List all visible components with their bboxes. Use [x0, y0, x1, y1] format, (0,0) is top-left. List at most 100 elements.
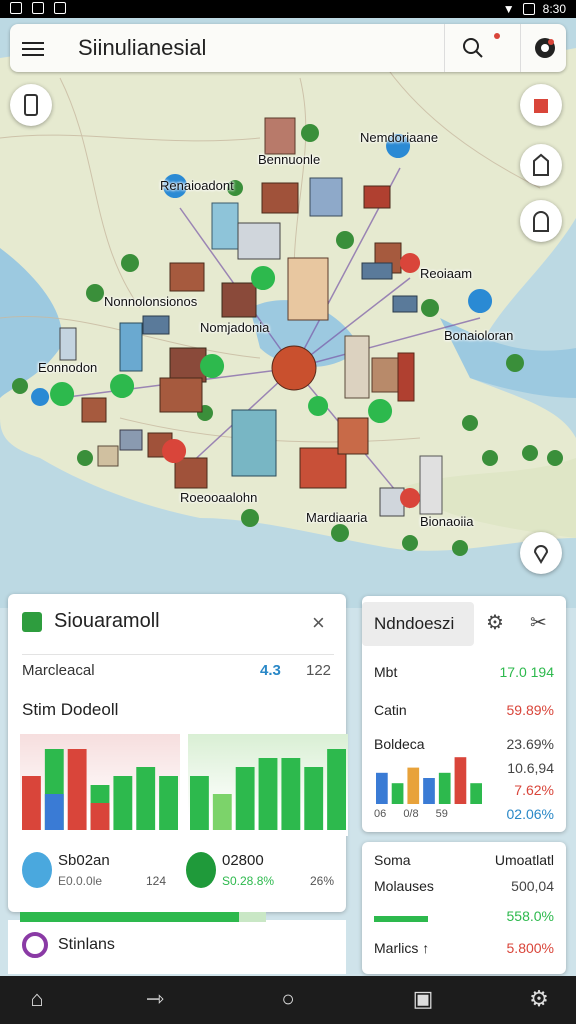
map-canvas [0, 18, 576, 608]
bar-chart-right [188, 734, 348, 836]
chart-bar [235, 767, 255, 830]
summary-bar [374, 916, 428, 922]
settings-icon[interactable]: ⚙ [524, 986, 554, 1014]
chart-bar [136, 767, 156, 830]
app-bar: Siinulianesial [10, 24, 566, 72]
footer-strip[interactable]: Stinlans [8, 920, 346, 974]
chart-bar [258, 758, 278, 830]
map-label: Bonaioloran [444, 328, 514, 343]
chart-bar [327, 749, 346, 830]
clock: 8:30 [542, 2, 566, 16]
metric-value: 4.3 [260, 662, 281, 679]
map-label: Mardiaaria [306, 510, 368, 525]
chart-bar [190, 776, 209, 830]
detail-value: 59.89% [506, 702, 554, 718]
battery-icon [522, 3, 535, 15]
summary-label: Soma [374, 852, 411, 868]
app-badge-icon [22, 612, 42, 632]
detail-row: Mbt 17.0 194 [374, 664, 554, 680]
stat-num: 26% [310, 874, 335, 888]
axis-tick: 06 [374, 808, 387, 820]
arrow-up-icon: ↑ [422, 940, 430, 956]
close-icon[interactable]: × [312, 610, 325, 636]
account-button[interactable] [520, 24, 567, 72]
chart-bar [454, 757, 467, 804]
phone-icon [24, 94, 38, 116]
layers-button[interactable] [10, 84, 52, 126]
mini-bar-chart [376, 757, 482, 804]
axis-tick: 0/8 [403, 808, 419, 820]
recents-icon[interactable]: ▣ [408, 986, 438, 1014]
tools-icon[interactable]: ✂ [530, 610, 547, 635]
trash-icon [534, 99, 548, 113]
detail-row: Catin 59.89% [374, 702, 554, 718]
stat-item: Sb02an E0.0.0le 124 [22, 850, 182, 890]
chart-bar [376, 772, 388, 804]
metric-row: Marcleacal 4.3 122 [22, 662, 334, 679]
panel-title: Siouaramoll [54, 610, 160, 632]
summary-label: Molauses [374, 878, 434, 894]
summary-row: Soma Umoatlatl [374, 852, 554, 868]
chart-bar [391, 783, 404, 804]
summary-value: 500,04 [511, 878, 554, 894]
map-label: Nemdoriaane [360, 130, 439, 145]
status-bar: ▼ 8:30 [0, 0, 576, 18]
menu-icon[interactable] [22, 38, 44, 58]
locate-button[interactable] [520, 532, 562, 574]
wifi-icon: ▼ [502, 2, 515, 16]
alert-button[interactable] [520, 84, 562, 126]
search-icon [463, 33, 500, 58]
axis-tick: 59 [435, 808, 448, 820]
stat-sub: E0.0.0le [58, 874, 103, 888]
share-icon[interactable]: ⇾ [140, 986, 170, 1014]
chart-bar [113, 776, 133, 830]
tab-details[interactable]: Ndndoeszi [362, 602, 474, 646]
location-pin-icon [533, 545, 549, 564]
map-label: Nomjadonia [200, 320, 270, 335]
summary-label: Marlics [374, 940, 419, 956]
mini-axis: 06 0/8 59 [374, 808, 484, 820]
notification-icon [10, 2, 22, 14]
home-icon[interactable]: ⌂ [22, 986, 52, 1014]
bar-chart-left [20, 734, 180, 836]
circle-home-icon[interactable]: ○ [273, 986, 303, 1014]
chart-bar [438, 772, 451, 804]
stat-name: Sb02an [58, 852, 110, 869]
chart-bar [22, 776, 41, 830]
chart-bar-overlay [44, 794, 64, 830]
chart-bar-overlay [90, 803, 110, 830]
map-view[interactable]: Nemdoriaane Bennuonle Renaioadont Nonnol… [0, 18, 576, 608]
details-panel: Ndndoeszi ⚙ ✂ Mbt 17.0 194 Catin 59.89% … [362, 596, 566, 832]
map-label: Bennuonle [258, 152, 321, 167]
detail-label: Catin [374, 702, 407, 718]
app-title: Siinulianesial [78, 35, 207, 60]
map-label: Roeooaalohn [180, 490, 258, 505]
stat-num: 124 [146, 874, 167, 888]
chart-bar [407, 767, 420, 804]
divider [22, 654, 334, 655]
chart-bar [159, 776, 178, 830]
metric-count: 122 [306, 662, 332, 679]
chart-bar [423, 778, 435, 804]
progress-bar [20, 912, 266, 922]
leaf-icon [186, 852, 216, 888]
detail-value: 10.6,94 [507, 760, 554, 776]
simulation-panel: Siouaramoll × Marcleacal 4.3 122 Stim Do… [8, 594, 348, 912]
map-label: Nonnolonsionos [104, 294, 198, 309]
drop-icon [22, 852, 52, 888]
summary-panel: Soma Umoatlatl Molauses 500,04 558.0% Ma… [362, 842, 566, 974]
chart-bar [470, 783, 482, 804]
building-button[interactable] [520, 144, 562, 186]
chart-bar [304, 767, 324, 830]
ring-icon [22, 932, 48, 958]
profile-button[interactable] [520, 200, 562, 242]
summary-value: Umoatlatl [494, 852, 554, 868]
map-label: Reoiaam [420, 266, 473, 281]
image-icon [54, 2, 66, 14]
chart-bar [67, 749, 87, 830]
settings-icon[interactable]: ⚙ [486, 610, 504, 635]
tab-label: Ndndoeszi [374, 614, 455, 633]
detail-value: 23.69% [506, 736, 554, 752]
home-icon [533, 153, 549, 176]
search-button[interactable] [444, 24, 505, 72]
